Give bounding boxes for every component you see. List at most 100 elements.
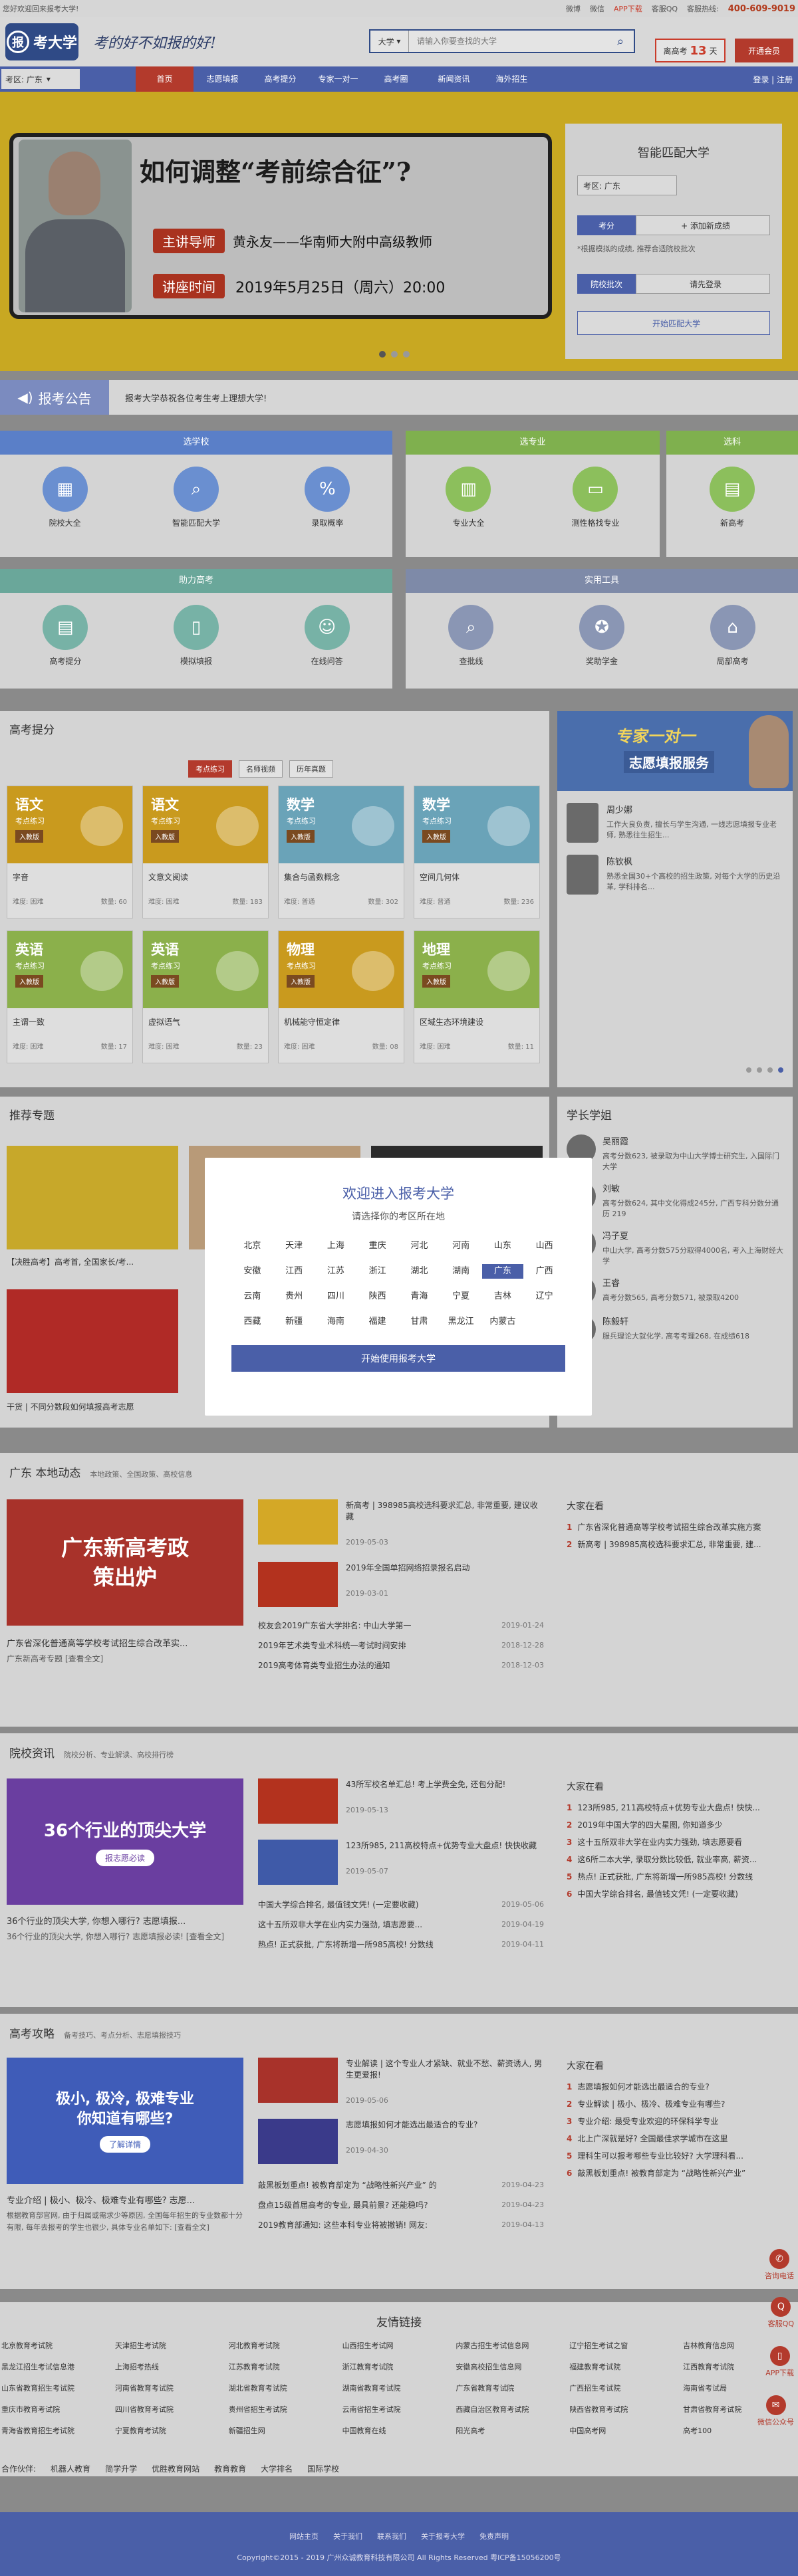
course-card[interactable]: 语文 考点练习 入教版 字音 难度: 困难 数量: 60 [7, 786, 133, 918]
footer-link[interactable]: 网站主页 [289, 2531, 319, 2541]
news-thumb[interactable]: 新高考 | 398985高校选科要求汇总, 非常重要, 建议收藏 2019-05-… [258, 1499, 545, 1547]
weibo-link[interactable]: 微博 [566, 3, 581, 14]
nav-news[interactable]: 新闻资讯 [425, 66, 483, 92]
friend-link[interactable]: 重庆市教育考试院 [1, 2404, 115, 2415]
app-download-link[interactable]: APP下载 [614, 3, 642, 14]
friend-link[interactable]: 河北教育考试院 [229, 2340, 342, 2351]
province-option[interactable]: 甘肃 [398, 1315, 440, 1329]
province-option[interactable]: 山东 [482, 1239, 524, 1253]
student-item[interactable]: 刘敏 高考分数624, 其中文化得成245分, 广西专科分数分通历 219 [557, 1172, 793, 1220]
qq-link[interactable]: 客服QQ [652, 3, 678, 14]
province-option[interactable]: 重庆 [356, 1239, 398, 1253]
list-item[interactable]: 1 广东省深化普通高等学校考试招生综合改革实施方案 [557, 1515, 793, 1533]
qq-service-button[interactable]: Q 客服QQ [768, 2297, 794, 2329]
province-option[interactable]: 贵州 [273, 1289, 315, 1304]
friend-link[interactable]: 宁夏教育考试院 [115, 2425, 229, 2436]
partner-link[interactable]: 机器人教育 [51, 2463, 90, 2474]
friend-link[interactable]: 福建教育考试院 [569, 2361, 683, 2372]
list-item[interactable]: 这十五所双非大学在业内实力强劲, 填志愿要... 2019-04-19 [258, 1914, 544, 1934]
province-option[interactable]: 陕西 [356, 1289, 398, 1304]
list-item[interactable]: 热点! 正式获批, 广东将新增一所985高校! 分数线 2019-04-11 [258, 1934, 544, 1954]
course-card[interactable]: 数学 考点练习 入教版 空间几何体 难度: 普通 数量: 236 [414, 786, 540, 918]
app-download-button[interactable]: ▯ APP下载 [765, 2346, 794, 2378]
nav-circle[interactable]: 高考圈 [367, 66, 425, 92]
news-thumb[interactable]: 123所985, 211高校特点+优势专业大盘点! 快快收藏 2019-05-07 [258, 1840, 545, 1885]
friend-link[interactable]: 中国高考网 [569, 2425, 683, 2436]
student-item[interactable]: 陈毅轩 服兵理论大就化学, 高考考理268, 在成绩618 [557, 1305, 793, 1344]
nav-expert[interactable]: 专家一对一 [309, 66, 367, 92]
province-option[interactable]: 新疆 [273, 1315, 315, 1329]
friend-link[interactable]: 阳光高考 [456, 2425, 569, 2436]
batch-tab[interactable]: 院校批次 [577, 274, 636, 294]
list-item[interactable]: 3 这十五所双非大学在业内实力强劲, 填志愿要看 [557, 1830, 793, 1848]
course-card[interactable]: 英语 考点练习 入教版 虚拟语气 难度: 困难 数量: 23 [142, 930, 269, 1063]
province-option[interactable]: 四川 [315, 1289, 357, 1304]
expert-banner[interactable]: 专家一对一 志愿填报服务 [557, 711, 793, 791]
topic-caption[interactable]: 【决胜高考】高考首, 全国家长/考... [7, 1256, 134, 1267]
friend-link[interactable]: 江苏教育考试院 [229, 2361, 342, 2372]
province-option[interactable]: 西藏 [231, 1315, 273, 1329]
friend-link[interactable]: 青海省教育招生考试院 [1, 2425, 115, 2436]
tab-past-papers[interactable]: 历年真题 [289, 760, 333, 778]
strategy-big-caption[interactable]: 专业介绍 | 极小、极冷、极难专业有哪些? 志愿... [7, 2193, 246, 2206]
province-option[interactable]: 海南 [315, 1315, 357, 1329]
footer-link[interactable]: 关于我们 [333, 2531, 362, 2541]
expert-dots[interactable] [746, 1067, 783, 1073]
friend-link[interactable]: 海南省考试局 [683, 2383, 797, 2393]
friend-link[interactable]: 新疆招生网 [229, 2425, 342, 2436]
footer-link[interactable]: 免责声明 [479, 2531, 509, 2541]
nav-home[interactable]: 首页 [136, 66, 194, 92]
news-thumb[interactable]: 2019年全国单招网络招录报名启动 2019-03-01 [258, 1562, 545, 1607]
nav-score-boost[interactable]: 高考提分 [251, 66, 309, 92]
province-option[interactable]: 内蒙古 [482, 1315, 524, 1329]
tool-qa[interactable]: ☺ 在线问答 [304, 605, 350, 667]
carousel-dots[interactable] [379, 351, 410, 358]
province-option[interactable]: 上海 [315, 1239, 357, 1253]
friend-link[interactable]: 云南省招生考试院 [342, 2404, 456, 2415]
strategy-big-image[interactable]: 极小, 极冷, 极难专业你知道有哪些? 了解详情 [7, 2058, 243, 2184]
province-option[interactable]: 浙江 [356, 1264, 398, 1279]
tool-major-list[interactable]: ▥ 专业大全 [446, 467, 491, 528]
vip-register-button[interactable]: 开通会员 [735, 39, 793, 62]
tool-school-list[interactable]: ▦ 院校大全 [42, 467, 88, 528]
province-option[interactable]: 辽宁 [523, 1289, 565, 1304]
student-item[interactable]: 吴丽霞 高考分数623, 被录取为中山大学博士研究生, 入国际门大学 [557, 1125, 793, 1172]
footer-link[interactable]: 关于报考大学 [421, 2531, 465, 2541]
list-item[interactable]: 4 这6所二本大学, 录取分数比较低, 就业率高, 薪资... [557, 1848, 793, 1865]
list-item[interactable]: 1 志愿填报如何才能选出最适合的专业? [557, 2075, 793, 2092]
start-match-button[interactable]: 开始匹配大学 [577, 311, 770, 335]
tool-smart-match[interactable]: ⌕ 智能匹配大学 [172, 467, 220, 528]
tab-video[interactable]: 名师视频 [239, 760, 283, 778]
friend-link[interactable]: 山西招生考试网 [342, 2340, 456, 2351]
partner-link[interactable]: 教育教育 [214, 2463, 246, 2474]
start-using-button[interactable]: 开始使用报考大学 [231, 1345, 565, 1372]
province-option[interactable]: 天津 [273, 1239, 315, 1253]
partner-link[interactable]: 大学排名 [261, 2463, 293, 2474]
expert-item[interactable]: 陈钦枫 熟悉全国30+个高校的招生政策, 对每个大学的历史沿革, 学科排名... [557, 843, 793, 895]
friend-link[interactable]: 浙江教育考试院 [342, 2361, 456, 2372]
friend-link[interactable]: 湖南省教育考试院 [342, 2383, 456, 2393]
topic-card[interactable] [7, 1146, 178, 1249]
nav-overseas[interactable]: 海外招生 [483, 66, 541, 92]
tab-practice[interactable]: 考点练习 [188, 760, 232, 778]
topic-caption[interactable]: 干货 | 不同分数段如何填报高考志愿 [7, 1401, 134, 1412]
province-option[interactable]: 湖南 [440, 1264, 482, 1279]
list-item[interactable]: 5 理科生可以报考哪些专业比较好? 大学理科看... [557, 2144, 793, 2161]
friend-link[interactable]: 黑龙江招生考试信息港 [1, 2361, 115, 2372]
news-thumb[interactable]: 志愿填报如何才能选出最适合的专业? 2019-04-30 [258, 2119, 545, 2164]
list-item[interactable]: 6 敲黑板划重点! 被教育部定为 “战略性新兴产业” [557, 2161, 793, 2179]
college-big-caption[interactable]: 36个行业的顶尖大学, 你想入哪行? 志愿填报... [7, 1914, 246, 1927]
wechat-link[interactable]: 微信 [590, 3, 604, 14]
province-option[interactable]: 广东 [481, 1264, 524, 1279]
tool-personality[interactable]: ▭ 测性格找专业 [571, 467, 619, 528]
friend-link[interactable]: 辽宁招生考试之窗 [569, 2340, 683, 2351]
add-score-button[interactable]: + 添加新成绩 [636, 215, 770, 235]
friend-link[interactable]: 贵州省招生考试院 [229, 2404, 342, 2415]
province-option[interactable]: 河南 [440, 1239, 482, 1253]
login-register-link[interactable]: 登录 | 注册 [753, 74, 793, 85]
score-tab[interactable]: 考分 [577, 215, 636, 235]
partner-link[interactable]: 国际学校 [307, 2463, 339, 2474]
area-select[interactable]: 考区: 广东 ▾ [1, 69, 80, 89]
tool-scholarship[interactable]: ✪ 奖助学金 [579, 605, 624, 667]
friend-link[interactable]: 陕西省教育考试院 [569, 2404, 683, 2415]
